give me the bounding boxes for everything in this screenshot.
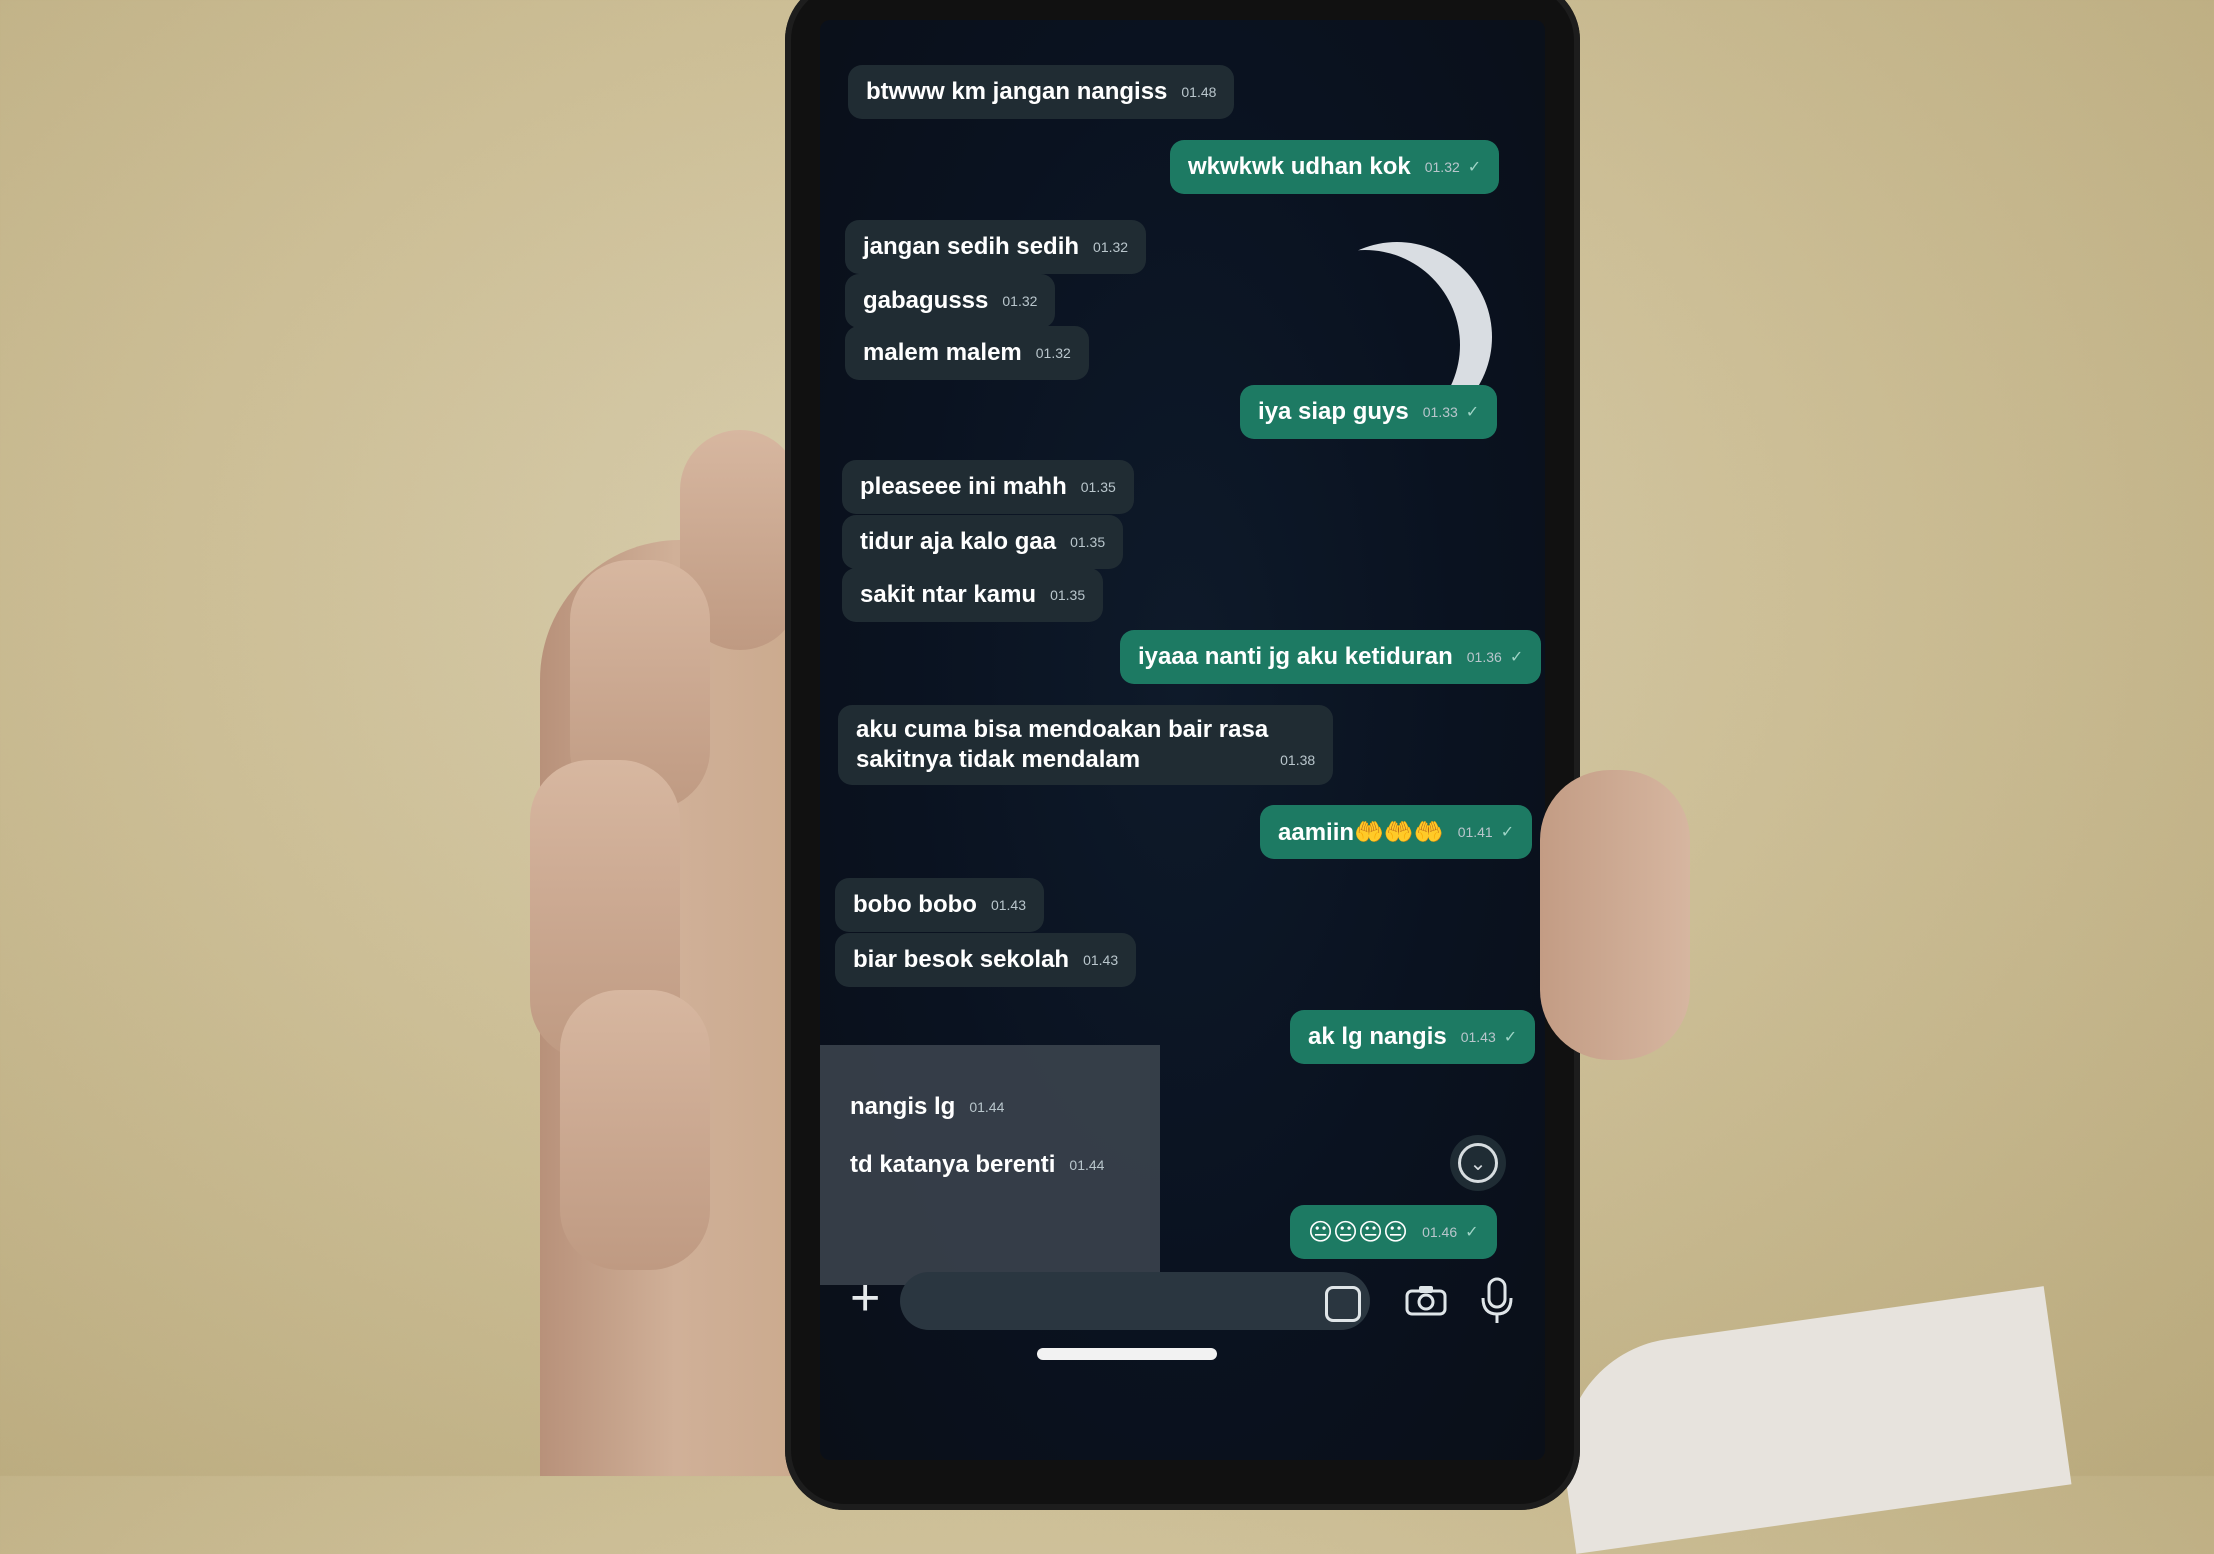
message-time: 01.43 (1083, 952, 1119, 968)
message-text: biar besok sekolah (853, 946, 1070, 973)
message-incoming[interactable]: tidur aja kalo gaa 01.35 (842, 515, 1124, 569)
plus-icon[interactable]: + (850, 1272, 880, 1324)
message-time: 01.43 (1460, 1029, 1496, 1045)
message-time: 01.33 (1422, 404, 1458, 420)
message-time: 01.46 (1422, 1224, 1458, 1240)
message-text: bobo bobo (853, 891, 977, 918)
hand-thumb (1540, 770, 1690, 1060)
chevron-down-icon: ⌄ (1458, 1143, 1498, 1183)
message-incoming[interactable]: biar besok sekolah 01.43 (835, 933, 1137, 987)
message-text: iyaaa nanti jg aku ketiduran (1138, 643, 1453, 670)
read-tick-icon: ✓ (1509, 649, 1524, 666)
message-text: aamiin🤲🤲🤲 (1278, 818, 1444, 846)
message-incoming[interactable]: malem malem 01.32 (845, 326, 1089, 380)
message-incoming[interactable]: jangan sedih sedih 01.32 (845, 220, 1147, 274)
message-text: jangan sedih sedih (863, 233, 1080, 260)
message-time: 01.44 (969, 1099, 1005, 1115)
message-text: pleaseee ini mahh (860, 473, 1067, 500)
message-text-line1: aku cuma bisa mendoakan bair rasa (856, 716, 1269, 743)
message-incoming[interactable]: td katanya berenti 01.44 (832, 1138, 1122, 1192)
message-time: 01.41 (1457, 824, 1493, 840)
message-incoming[interactable]: pleaseee ini mahh 01.35 (842, 460, 1134, 514)
message-incoming[interactable]: sakit ntar kamu 01.35 (842, 568, 1104, 622)
smartphone: btwww km jangan nangiss 01.48 wkwkwk udh… (785, 0, 1580, 1510)
message-time: 01.38 (1280, 752, 1316, 768)
message-time: 01.43 (990, 897, 1026, 913)
sticker-icon[interactable] (1325, 1286, 1361, 1322)
message-time: 01.32 (1093, 239, 1129, 255)
home-indicator[interactable] (1037, 1348, 1217, 1360)
read-tick-icon: ✓ (1465, 404, 1480, 421)
read-tick-icon: ✓ (1500, 824, 1515, 841)
message-time: 01.32 (1424, 159, 1460, 175)
hand-finger (560, 990, 710, 1270)
message-time: 01.35 (1080, 479, 1116, 495)
message-outgoing[interactable]: iya siap guys 01.33 ✓ (1240, 385, 1498, 439)
message-text: wkwkwk udhan kok (1188, 153, 1411, 180)
message-text: ak lg nangis (1308, 1023, 1447, 1050)
message-text: btwww km jangan nangiss (866, 78, 1168, 105)
message-text: malem malem (863, 339, 1022, 366)
message-text: td katanya berenti (850, 1151, 1056, 1178)
message-text: gabagusss (863, 287, 989, 314)
message-time: 01.36 (1466, 649, 1502, 665)
message-time: 01.35 (1070, 534, 1106, 550)
message-text: sakit ntar kamu (860, 581, 1037, 608)
message-incoming[interactable]: bobo bobo 01.43 (835, 878, 1044, 932)
message-time: 01.35 (1050, 587, 1086, 603)
message-outgoing[interactable]: aamiin🤲🤲🤲 01.41 ✓ (1260, 805, 1533, 859)
message-outgoing[interactable]: wkwkwk udhan kok 01.32 ✓ (1170, 140, 1500, 194)
message-text: 😐😐😐😐 (1308, 1218, 1409, 1246)
sleeve (1548, 1286, 2072, 1554)
whatsapp-chat-screen: btwww km jangan nangiss 01.48 wkwkwk udh… (820, 20, 1545, 1460)
message-text-line2: sakitnya tidak mendalam (856, 746, 1141, 773)
message-text: tidur aja kalo gaa (860, 528, 1057, 555)
message-time: 01.44 (1069, 1157, 1105, 1173)
message-outgoing[interactable]: iyaaa nanti jg aku ketiduran 01.36 ✓ (1120, 630, 1542, 684)
message-time: 01.32 (1035, 345, 1071, 361)
message-input[interactable] (900, 1272, 1370, 1330)
message-list: btwww km jangan nangiss 01.48 wkwkwk udh… (820, 20, 1545, 1460)
message-text: nangis lg (850, 1093, 956, 1120)
read-tick-icon: ✓ (1467, 159, 1482, 176)
read-tick-icon: ✓ (1465, 1224, 1479, 1241)
scroll-to-bottom-button[interactable]: ⌄ (1450, 1135, 1506, 1191)
message-time: 01.48 (1181, 84, 1217, 100)
camera-icon[interactable] (1405, 1284, 1447, 1316)
message-time: 01.32 (1002, 293, 1038, 309)
message-incoming[interactable]: aku cuma bisa mendoakan bair rasa sakitn… (838, 705, 1334, 785)
mic-icon[interactable] (1477, 1276, 1517, 1326)
message-incoming[interactable]: nangis lg 01.44 (832, 1080, 1022, 1134)
message-outgoing[interactable]: ak lg nangis 01.43 ✓ (1290, 1010, 1536, 1064)
message-text: iya siap guys (1258, 398, 1409, 425)
read-tick-icon: ✓ (1503, 1029, 1518, 1046)
message-incoming[interactable]: btwww km jangan nangiss 01.48 (848, 65, 1235, 119)
message-incoming[interactable]: gabagusss 01.32 (845, 274, 1056, 328)
